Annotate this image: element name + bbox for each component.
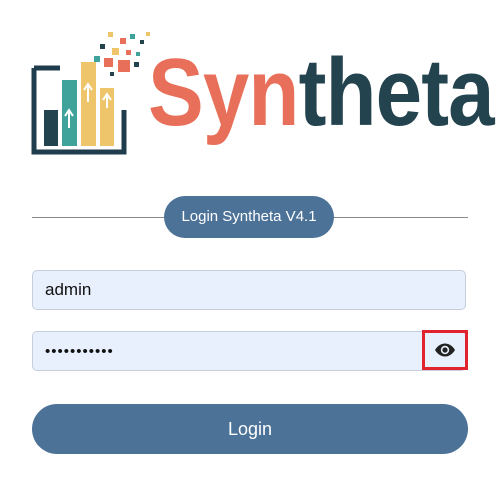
show-password-button[interactable] (422, 330, 468, 370)
password-input[interactable] (33, 332, 421, 370)
login-page: Syntheta Login Syntheta V4.1 Login (0, 0, 500, 492)
login-header: Login Syntheta V4.1 (32, 196, 468, 238)
logo-word-syn: Syn (148, 39, 299, 146)
syntheta-logo: Syntheta (30, 28, 495, 158)
username-field[interactable] (32, 270, 466, 310)
chart-logo-icon (31, 32, 150, 155)
password-field[interactable] (32, 330, 468, 371)
login-button[interactable]: Login (32, 404, 468, 454)
logo-word-theta: theta (298, 39, 495, 146)
eye-icon (435, 343, 455, 357)
logo-wordmark: Syntheta (148, 28, 495, 158)
login-version-badge: Login Syntheta V4.1 (164, 196, 334, 238)
username-input[interactable] (33, 271, 465, 309)
